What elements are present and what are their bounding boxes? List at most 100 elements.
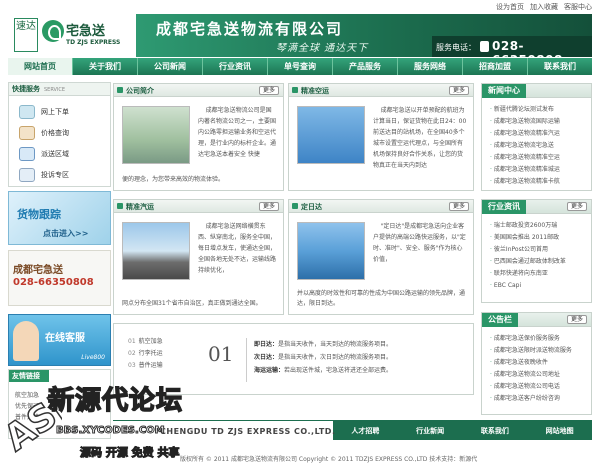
more-button[interactable]: 更多 [567, 202, 587, 211]
service-detail: 次日达：是指当天收件，次日到达的物流服务项目。 [254, 354, 393, 361]
list-item[interactable]: 联邦快递将向东南亚 [490, 268, 588, 280]
industry-news: 行业资讯 更多 瑞士邮政投资2600万瑞 美国国会推出 2011邮政 彼兰InP… [481, 199, 592, 303]
list-item[interactable]: 成都宅急送物流公司地址 [490, 369, 588, 381]
list-item[interactable]: 巴西国会通过邮政体制改革 [490, 256, 588, 268]
service-details: 即日达：是指当天收件，当天到达的物流服务项目。 次日达：是指当天收件，次日到达的… [254, 338, 392, 377]
panel-marker-icon [292, 87, 298, 93]
quick-service-header: 快捷服务 SERVICE [9, 83, 110, 96]
list-item[interactable]: 成都宅急送物流精准汽运 [490, 128, 588, 140]
online-service-brand: Live800 [81, 354, 105, 361]
panel-header: 公司简介 更多 [114, 84, 283, 97]
more-button[interactable]: 更多 [259, 86, 279, 95]
nav-franchise[interactable]: 招商加盟 [463, 58, 528, 75]
more-button[interactable]: 更多 [259, 202, 279, 211]
footer-link-sitemap[interactable]: 网站地图 [546, 426, 574, 436]
more-button[interactable]: 更多 [449, 86, 469, 95]
service-detail: 海运运输：若出现送件城，宅急送将进还全部运费。 [254, 367, 393, 374]
panel-text: "定日达"是成都宅急送向企业客户提供的高端公路快运服务，以"定 时、准时"、安全… [373, 223, 466, 263]
footer-link-careers[interactable]: 人才招聘 [351, 426, 379, 436]
more-button[interactable]: 更多 [567, 315, 587, 324]
industry-news-list: 瑞士邮政投资2600万瑞 美国国会推出 2011邮政 彼兰InPost公司首用 … [490, 220, 588, 292]
panel-title: 公司简介 [126, 87, 154, 95]
nav-contact[interactable]: 联系我们 [528, 58, 592, 75]
nav-network[interactable]: 服务网络 [398, 58, 463, 75]
set-homepage-link[interactable]: 设为首页 [496, 2, 524, 12]
footer-link-industry[interactable]: 行业新闻 [416, 426, 444, 436]
phone-box: 服务电话： 028-66350808 [432, 36, 592, 67]
agent-avatar [13, 321, 39, 361]
footer-company-en: CHENGDU TD ZJS EXPRESS CO.,LTD. [160, 427, 336, 436]
add-favorite-link[interactable]: 加入收藏 [530, 2, 558, 12]
list-item[interactable]: 成都宅急送限时派送物流服务 [490, 345, 588, 357]
news-center-header: 新闻中心 [482, 84, 591, 98]
list-item[interactable]: 彼兰InPost公司首用 [490, 244, 588, 256]
list-item[interactable]: 成都宅急送夜晚收件 [490, 357, 588, 369]
quick-item-complaint[interactable]: 投诉专区 [19, 166, 107, 184]
service-type-item[interactable]: 01 航空加急 [128, 336, 163, 348]
panel-title: 精准空运 [301, 87, 329, 95]
company-name: 成都宅急送物流有限公司 [156, 20, 344, 38]
list-item[interactable]: EBC Capi [490, 280, 588, 292]
customer-center-link[interactable]: 客服中心 [564, 2, 592, 12]
list-item[interactable]: 成都宅急送物流公司电话 [490, 381, 588, 393]
area-icon [19, 147, 35, 161]
nav-company-news[interactable]: 公司新闻 [138, 58, 203, 75]
list-item[interactable]: 成都宅急送物流精准空运 [490, 152, 588, 164]
nav-home[interactable]: 网站首页 [8, 58, 73, 75]
panel-text: 成都宅急送以开单预配的航班为计算当日，保证货物在此日24：00前送达目的站机场，… [373, 107, 467, 169]
panel-title: 精准汽运 [126, 203, 154, 211]
watermark-title: 新源代论坛 [47, 385, 184, 417]
industry-news-header: 行业资讯 更多 [482, 200, 591, 214]
divider [246, 338, 247, 382]
industry-news-title: 行业资讯 [482, 200, 526, 214]
notice-board-title: 公告栏 [482, 313, 518, 327]
list-item[interactable]: 成都宅急送客户纷纷咨询 [490, 393, 588, 405]
list-item[interactable]: 成都宅急送物流精准卡航 [490, 176, 588, 188]
nav-products[interactable]: 产品服务 [333, 58, 398, 75]
cargo-tracking-banner[interactable]: 货物跟踪 点击进入>> [8, 191, 111, 245]
service-big-number: 01 [208, 342, 234, 366]
panel-marker-icon [292, 203, 298, 209]
copyright: 版权所有 © 2011 成都宅急送物流有限公司 Copyright © 2011… [180, 456, 478, 463]
panel-scheduled-delivery: 定日达 更多 "定日达"是成都宅急送向企业客户提供的高端公路快运服务，以"定 时… [288, 199, 474, 315]
list-item[interactable]: 成都宅急送物流国际运输 [490, 116, 588, 128]
friend-links-title: 友情链接 [9, 370, 49, 382]
more-button[interactable]: 更多 [449, 202, 469, 211]
service-type-item[interactable]: 03 普件运输 [128, 360, 163, 372]
news-center-title: 新闻中心 [482, 84, 526, 98]
notice-board-header: 公告栏 更多 [482, 313, 591, 327]
panel-text: 成都宅急送网络横贯东西、纵穿南北，服务全中国，每日增点发车，使通达全国，全国各地… [198, 223, 277, 274]
news-center: 新闻中心 新疆代腾论坛测试发布 成都宅急送物流国际运输 成都宅急送物流精准汽运 … [481, 83, 592, 191]
online-service-banner[interactable]: 在线客服 Live800 [8, 314, 111, 366]
list-item[interactable]: 瑞士邮政投资2600万瑞 [490, 220, 588, 232]
nav-industry[interactable]: 行业资讯 [203, 58, 268, 75]
service-type-list: 01 航空加急 02 行李托运 03 普件运输 [128, 336, 163, 372]
service-type-item[interactable]: 02 行李托运 [128, 348, 163, 360]
complaint-icon [19, 168, 35, 182]
footer-link-contact[interactable]: 联系我们 [481, 426, 509, 436]
list-item[interactable]: 美国国会推出 2011邮政 [490, 232, 588, 244]
site-logo[interactable]: 速达 宅急送 TD ZJS EXPRESS [8, 14, 136, 54]
panel-marker-icon [117, 203, 123, 209]
list-item[interactable]: 新疆代腾论坛测试发布 [490, 104, 588, 116]
hotline-phone: 028-66350808 [13, 277, 94, 288]
panel-tail-text: 便的理念，为您带来高效的物流体验。 [122, 176, 225, 183]
phone-icon [480, 41, 489, 52]
list-item[interactable]: 成都宅急送物流宅急送 [490, 140, 588, 152]
panel-company-intro: 公司简介 更多 成都宅急送物流公司是国内著名物流公司之一，主要国内公路零担运输业… [113, 83, 284, 191]
list-item[interactable]: 成都宅急送保价服务服务 [490, 333, 588, 345]
quick-service: 快捷服务 SERVICE 网上下单 价格查询 派送区域 投诉专区 [8, 82, 111, 187]
nav-tracking[interactable]: 单号查询 [268, 58, 333, 75]
main-nav: 网站首页 关于我们 公司新闻 行业资讯 单号查询 产品服务 服务网络 招商加盟 … [8, 58, 592, 75]
quick-item-price[interactable]: 价格查询 [19, 124, 107, 142]
nav-about[interactable]: 关于我们 [73, 58, 138, 75]
panel-air-freight: 精准空运 更多 成都宅急送以开单预配的航班为计算当日，保证货物在此日24：00前… [288, 83, 474, 191]
hotline-banner: 成都宅急送 028-66350808 [8, 250, 111, 306]
quick-item-area[interactable]: 派送区域 [19, 145, 107, 163]
quick-item-order[interactable]: 网上下单 [19, 103, 107, 121]
watermark-tagline: 源码 开源 免费 共享 [80, 446, 180, 460]
tracking-cta[interactable]: 点击进入>> [43, 228, 88, 239]
list-item[interactable]: 成都宅急送物流精准城运 [490, 164, 588, 176]
tracking-title: 货物跟踪 [17, 208, 61, 221]
news-center-list: 新疆代腾论坛测试发布 成都宅急送物流国际运输 成都宅急送物流精准汽运 成都宅急送… [490, 104, 588, 188]
